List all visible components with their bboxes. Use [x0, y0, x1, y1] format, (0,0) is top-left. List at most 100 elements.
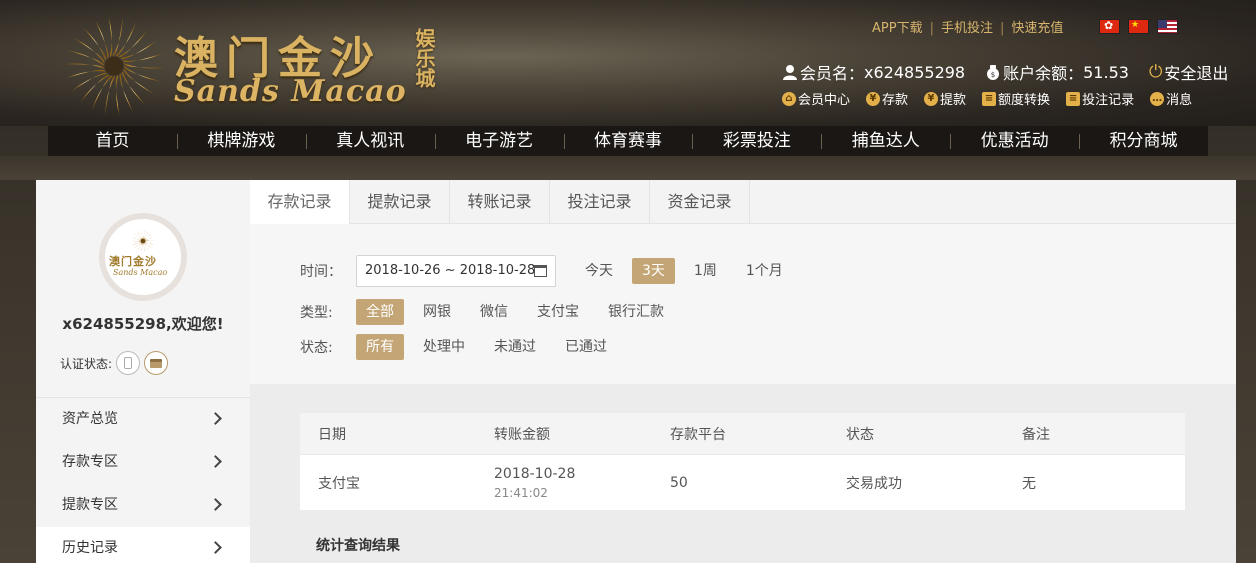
nav-fishing[interactable]: 捕鱼达人	[821, 126, 950, 156]
cell-date: 2018-10-28	[494, 465, 576, 482]
sun-ray	[120, 40, 157, 60]
logout-button[interactable]: 安全退出	[1164, 60, 1228, 84]
member-name: x624855298	[864, 62, 966, 82]
sidebar-item-deposit[interactable]: 存款专区	[36, 441, 250, 484]
sidebar-item-assets[interactable]: 资产总览	[36, 398, 250, 441]
nav-home[interactable]: 首页	[48, 126, 177, 156]
sun-ray	[108, 16, 113, 57]
sun-ray	[142, 229, 145, 239]
power-icon: ⏻	[1148, 62, 1163, 82]
sun-ray	[115, 21, 137, 56]
user-icon	[783, 65, 797, 80]
cell-method: 支付宝	[318, 475, 360, 492]
main-nav: 首页 棋牌游戏 真人视讯 电子游艺 体育赛事 彩票投注 捕鱼达人 优惠活动 积分…	[48, 126, 1208, 156]
transfer-link[interactable]: ≡ 额度转换	[982, 89, 1050, 108]
time-option-3days[interactable]: 3天	[632, 258, 675, 284]
sun-ray	[132, 242, 142, 246]
sidebar-item-label: 存款专区	[62, 454, 118, 470]
calendar-icon	[534, 265, 547, 277]
tab-transfer-records[interactable]: 转账记录	[450, 180, 550, 224]
nav-sports[interactable]: 体育赛事	[563, 126, 693, 156]
tab-fund-records[interactable]: 资金记录	[650, 180, 750, 224]
time-option-1week[interactable]: 1周	[684, 258, 727, 284]
nav-slots[interactable]: 电子游艺	[434, 126, 564, 156]
top-links: APP下载 | 手机投注 | 快速充值	[872, 17, 1063, 36]
nav-promotions[interactable]: 优惠活动	[950, 126, 1079, 156]
type-option-bank-transfer[interactable]: 银行汇款	[598, 299, 674, 325]
sun-ray	[118, 29, 148, 58]
logo-english-text: Sands Macao	[174, 74, 407, 109]
member-center-link[interactable]: ⌂ 会员中心	[782, 89, 850, 108]
deposit-label: 存款	[882, 93, 909, 108]
balance-value: 51.53	[1083, 62, 1129, 82]
sun-ray	[141, 243, 144, 253]
logo-side-text: 娱乐城	[412, 28, 436, 88]
tab-withdraw-records[interactable]: 提款记录	[350, 180, 450, 224]
quick-recharge-link[interactable]: 快速充值	[1011, 21, 1063, 36]
col-amount: 转账金额	[494, 426, 550, 443]
record-tabs: 存款记录 提款记录 转账记录 投注记录 资金记录	[250, 180, 1236, 225]
mobile-bet-link[interactable]: 手机投注	[941, 21, 993, 36]
withdraw-link[interactable]: ¥ 提款	[924, 89, 966, 108]
nav-lottery[interactable]: 彩票投注	[692, 126, 821, 156]
cn-flag-icon[interactable]	[1128, 19, 1149, 34]
type-option-alipay[interactable]: 支付宝	[527, 299, 589, 325]
mini-sun-logo-icon	[131, 229, 155, 253]
sun-ray	[140, 229, 143, 239]
date-range-value: 2018-10-26 ~ 2018-10-28	[365, 263, 536, 278]
col-status: 状态	[846, 426, 874, 443]
sun-ray	[132, 237, 141, 241]
type-filter-row: 类型: 全部 网银 微信 支付宝 银行汇款	[300, 299, 683, 325]
chevron-right-icon	[209, 498, 222, 511]
app-download-link[interactable]: APP下载	[872, 21, 923, 36]
cell-datetime: 2018-10-28 21:41:02	[476, 466, 652, 500]
sun-ray	[91, 76, 113, 111]
date-range-input[interactable]: 2018-10-26 ~ 2018-10-28	[356, 255, 556, 287]
status-option-rejected[interactable]: 未通过	[484, 334, 546, 360]
sidebar-menu: 资产总览 存款专区 提款专区 历史记录	[36, 397, 250, 563]
sun-ray	[72, 37, 105, 64]
time-option-today[interactable]: 今天	[575, 258, 623, 284]
chevron-right-icon	[209, 412, 222, 425]
transfer-icon: ≡	[982, 91, 997, 106]
tab-deposit-records[interactable]: 存款记录	[250, 180, 350, 225]
status-option-approved[interactable]: 已通过	[555, 334, 617, 360]
filter-panel: 时间： 2018-10-26 ~ 2018-10-28 今天 3天 1周 1个月…	[250, 224, 1236, 384]
col-date: 日期	[318, 426, 346, 443]
message-label: 消息	[1166, 93, 1193, 108]
sun-logo-icon	[64, 16, 164, 116]
card-verify-icon[interactable]	[144, 351, 169, 375]
sidebar-item-withdraw[interactable]: 提款专区	[36, 484, 250, 527]
tab-bet-records[interactable]: 投注记录	[550, 180, 650, 224]
hk-flag-icon[interactable]	[1099, 19, 1120, 34]
type-option-bank[interactable]: 网银	[413, 299, 461, 325]
nav-points-mall[interactable]: 积分商城	[1079, 126, 1208, 156]
col-note: 备注	[1022, 426, 1050, 443]
sidebar-item-history[interactable]: 历史记录	[36, 527, 250, 563]
bet-record-label: 投注记录	[1082, 93, 1135, 108]
nav-live-casino[interactable]: 真人视讯	[305, 126, 435, 156]
separator: |	[929, 21, 934, 36]
bet-record-link[interactable]: ≡ 投注记录	[1066, 89, 1134, 108]
type-label: 类型:	[300, 305, 333, 321]
avatar: 澳门金沙 Sands Macao	[99, 213, 187, 301]
message-link[interactable]: … 消息	[1150, 89, 1192, 108]
phone-verify-icon[interactable]	[116, 351, 141, 375]
cell-status: 交易成功	[846, 475, 902, 492]
sun-ray	[145, 241, 153, 249]
type-option-wechat[interactable]: 微信	[470, 299, 518, 325]
type-option-all[interactable]: 全部	[356, 299, 404, 325]
sands-macao-logo[interactable]: 澳门金沙 Sands Macao 娱乐城	[62, 12, 442, 120]
table-row: 支付宝 2018-10-28 21:41:02 50 交易成功 无	[300, 454, 1185, 510]
message-icon: …	[1150, 91, 1165, 106]
money-bag-icon: $	[987, 65, 1000, 80]
col-platform: 存款平台	[670, 426, 726, 443]
us-flag-icon[interactable]	[1157, 19, 1178, 34]
time-option-1month[interactable]: 1个月	[736, 258, 793, 284]
status-option-processing[interactable]: 处理中	[413, 334, 475, 360]
nav-card-games[interactable]: 棋牌游戏	[176, 126, 306, 156]
deposit-link[interactable]: ¥ 存款	[866, 89, 908, 108]
status-option-all[interactable]: 所有	[356, 334, 404, 360]
status-filter-row: 状态: 所有 处理中 未通过 已通过	[300, 334, 626, 360]
sun-ray	[122, 53, 163, 63]
